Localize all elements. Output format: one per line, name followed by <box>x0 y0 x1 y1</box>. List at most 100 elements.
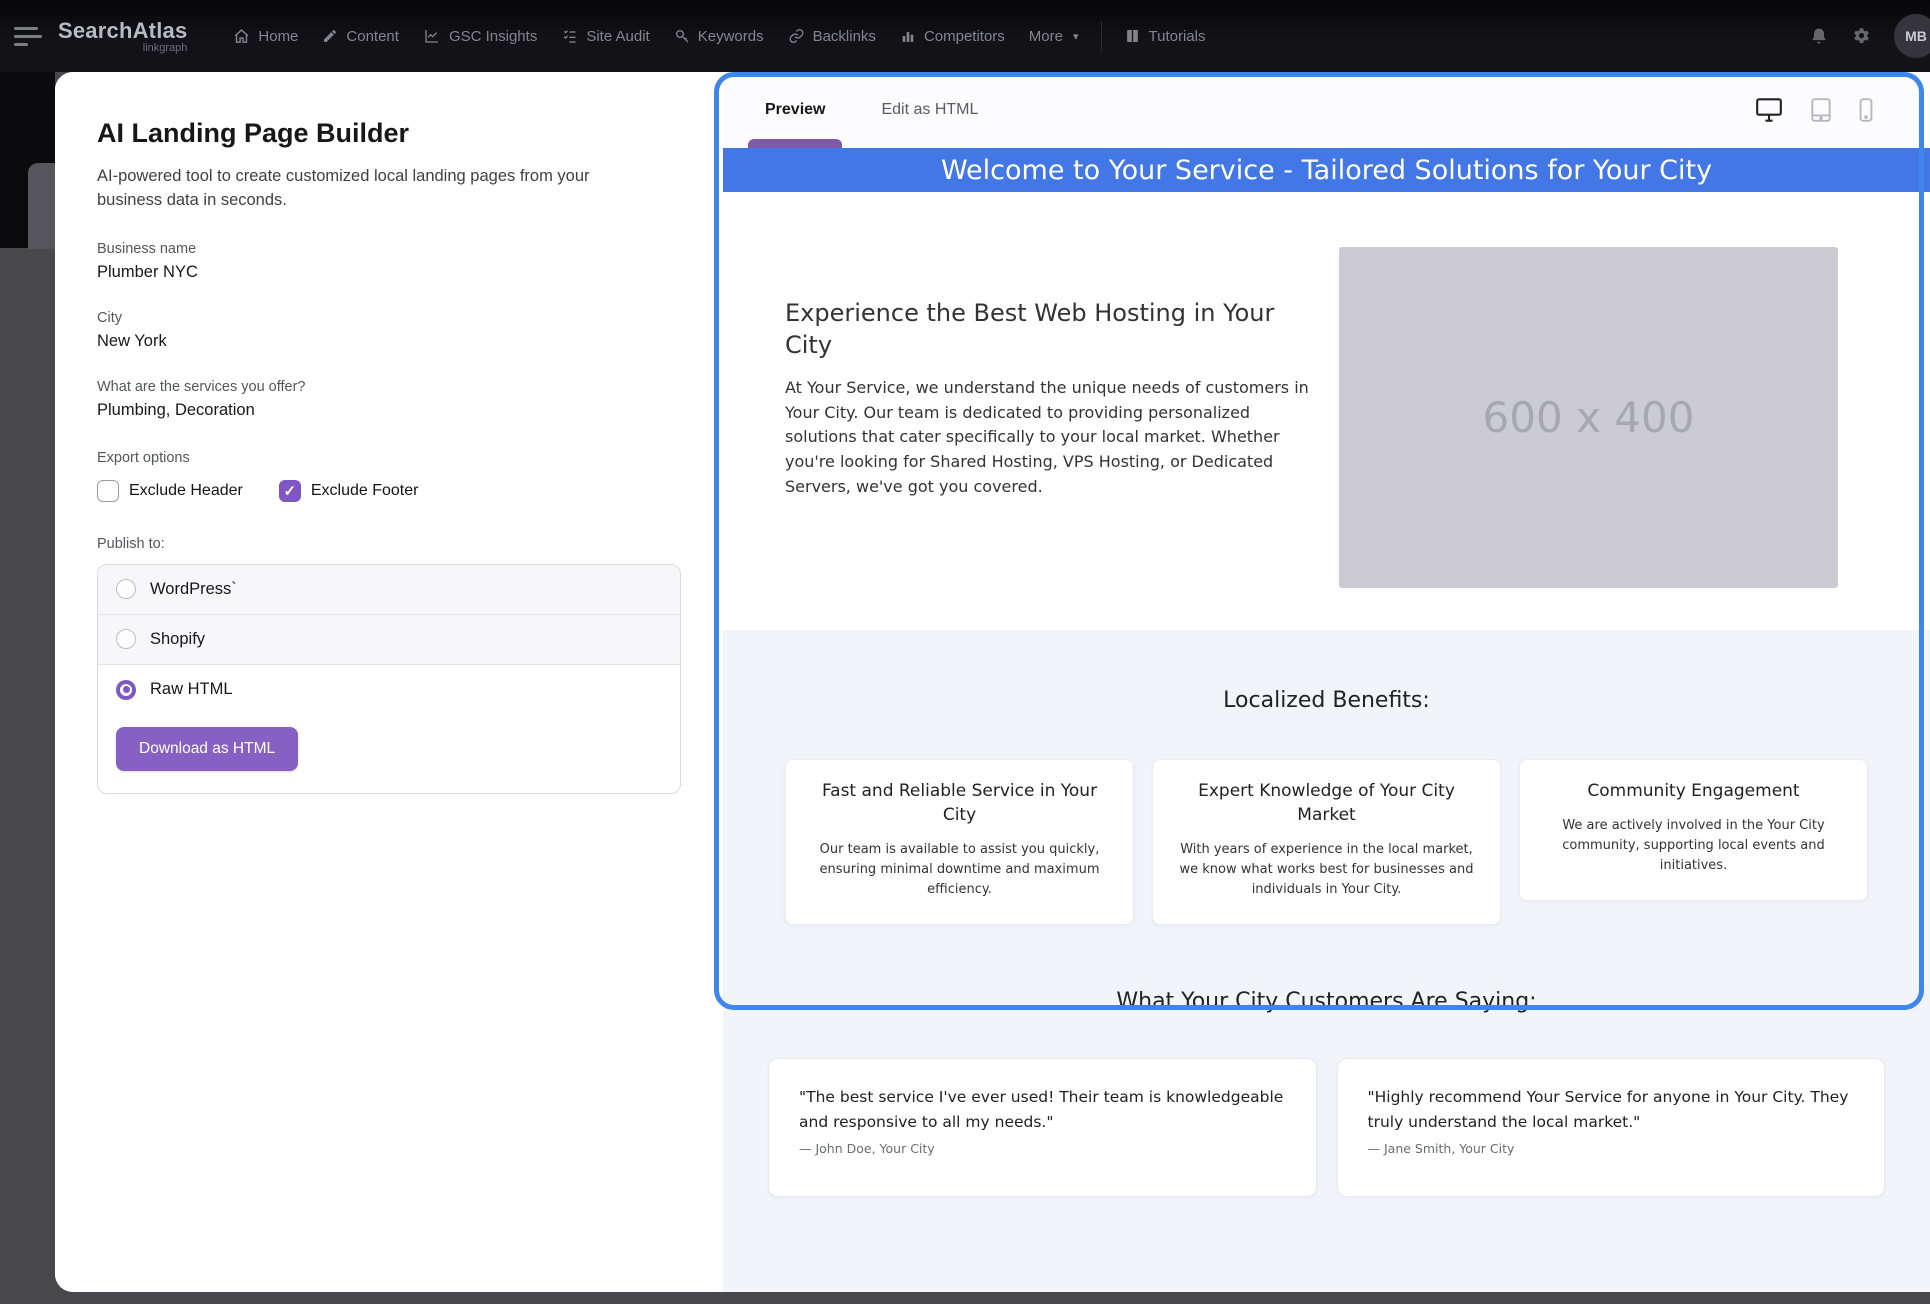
builder-form-panel: AI Landing Page Builder AI-powered tool … <box>55 72 723 1292</box>
nav-item-label: Home <box>258 28 298 45</box>
nav-item-label: Tutorials <box>1149 28 1206 45</box>
business-name-value: Plumber NYC <box>97 263 681 282</box>
exclude-footer-label: Exclude Footer <box>311 482 419 500</box>
nav-item-content[interactable]: Content <box>310 16 411 56</box>
brand-subtitle: linkgraph <box>143 42 188 54</box>
checkbox-checked[interactable]: ✓ <box>279 480 301 502</box>
hero-text-block: Experience the Best Web Hosting in Your … <box>785 247 1325 588</box>
nav-item-more[interactable]: More ▾ <box>1017 16 1091 56</box>
exclude-header-checkbox[interactable]: Exclude Header <box>97 480 243 502</box>
nav-item-competitors[interactable]: Competitors <box>888 16 1017 56</box>
publish-option-raw-html[interactable]: Raw HTML <box>98 665 680 715</box>
key-icon <box>674 28 690 44</box>
nav-right: MB <box>1809 0 1930 72</box>
nav-divider <box>1101 21 1102 51</box>
link-icon <box>788 28 805 44</box>
city-field: City New York <box>97 310 681 351</box>
pencil-icon <box>322 28 338 44</box>
bar-chart-icon <box>900 28 916 44</box>
radio-selected[interactable] <box>116 680 136 700</box>
backdrop-page-edge <box>28 163 55 249</box>
book-icon <box>1124 28 1141 44</box>
publish-option-shopify[interactable]: Shopify <box>98 615 680 665</box>
tab-preview[interactable]: Preview <box>765 72 825 148</box>
preview-tabs-row: Preview Edit as HTML <box>723 72 1930 148</box>
tab-edit-as-html[interactable]: Edit as HTML <box>881 72 978 148</box>
desktop-device-icon[interactable] <box>1754 97 1784 123</box>
publish-option-wordpress[interactable]: WordPress` <box>98 565 680 615</box>
benefit-card-body: We are actively involved in the Your Cit… <box>1542 816 1845 876</box>
testimonials-section: What Your City Customers Are Saying: "Th… <box>723 989 1930 1237</box>
business-name-field: Business name Plumber NYC <box>97 241 681 282</box>
page-title: AI Landing Page Builder <box>97 118 681 149</box>
hamburger-menu-icon[interactable] <box>14 27 44 46</box>
tablet-device-icon[interactable] <box>1810 97 1832 123</box>
benefit-card: Expert Knowledge of Your City Market Wit… <box>1152 759 1501 925</box>
brand-logo[interactable]: SearchAtlas linkgraph <box>58 18 187 54</box>
user-avatar[interactable]: MB <box>1894 14 1930 58</box>
exclude-header-label: Exclude Header <box>129 482 243 500</box>
checkbox-unchecked[interactable] <box>97 480 119 502</box>
nav-items: Home Content GSC Insights Site Audit Key… <box>221 16 1217 56</box>
exclude-footer-checkbox[interactable]: ✓ Exclude Footer <box>279 480 419 502</box>
nav-item-label: More <box>1029 28 1063 45</box>
nav-item-site-audit[interactable]: Site Audit <box>549 16 661 56</box>
testimonial-quote: "The best service I've ever used! Their … <box>799 1085 1286 1135</box>
tab-label: Preview <box>765 101 825 119</box>
device-toggle-group <box>1754 72 1874 148</box>
benefit-card: Community Engagement We are actively inv… <box>1519 759 1868 901</box>
landing-page-preview: Welcome to Your Service - Tailored Solut… <box>723 148 1930 1237</box>
benefits-cards-row: Fast and Reliable Service in Your City O… <box>723 759 1930 925</box>
hero-heading: Experience the Best Web Hosting in Your … <box>785 297 1325 362</box>
radio-unselected[interactable] <box>116 629 136 649</box>
nav-item-label: Site Audit <box>586 28 649 45</box>
services-value: Plumbing, Decoration <box>97 401 681 420</box>
nav-item-gsc-insights[interactable]: GSC Insights <box>411 16 549 56</box>
download-as-html-button[interactable]: Download as HTML <box>116 727 298 771</box>
nav-item-label: Competitors <box>924 28 1005 45</box>
benefits-section: Localized Benefits: Fast and Reliable Se… <box>723 630 1930 925</box>
wordpress-label: WordPress` <box>150 580 237 599</box>
testimonials-row: "The best service I've ever used! Their … <box>723 1058 1930 1197</box>
publish-to-label: Publish to: <box>97 536 681 552</box>
export-options-label: Export options <box>97 450 681 466</box>
tab-label: Edit as HTML <box>881 101 978 119</box>
active-tab-indicator <box>748 139 842 148</box>
caret-down-icon: ▾ <box>1073 30 1079 43</box>
testimonial-card: "The best service I've ever used! Their … <box>768 1058 1317 1197</box>
publish-options-group: WordPress` Shopify Raw HTML Download as … <box>97 564 681 794</box>
preview-panel: Preview Edit as HTML Welcome to Your Ser… <box>723 72 1930 1292</box>
checklist-icon <box>561 28 578 44</box>
mobile-device-icon[interactable] <box>1858 97 1874 123</box>
nav-item-label: Backlinks <box>813 28 876 45</box>
testimonial-card: "Highly recommend Your Service for anyon… <box>1337 1058 1886 1197</box>
home-icon <box>233 28 250 45</box>
nav-item-keywords[interactable]: Keywords <box>662 16 776 56</box>
benefit-card: Fast and Reliable Service in Your City O… <box>785 759 1134 925</box>
nav-item-backlinks[interactable]: Backlinks <box>776 16 888 56</box>
benefit-card-title: Expert Knowledge of Your City Market <box>1175 780 1478 828</box>
landing-banner-heading: Welcome to Your Service - Tailored Solut… <box>723 148 1930 192</box>
hero-section: Experience the Best Web Hosting in Your … <box>723 192 1930 630</box>
chart-line-icon <box>423 28 441 44</box>
testimonial-quote: "Highly recommend Your Service for anyon… <box>1368 1085 1855 1135</box>
nav-item-label: Content <box>346 28 399 45</box>
brand-name: SearchAtlas <box>58 18 187 44</box>
benefit-card-title: Community Engagement <box>1542 780 1845 804</box>
raw-html-label: Raw HTML <box>150 680 233 699</box>
nav-item-label: GSC Insights <box>449 28 537 45</box>
shopify-label: Shopify <box>150 630 205 649</box>
page-description: AI-powered tool to create customized loc… <box>97 165 657 213</box>
benefit-card-title: Fast and Reliable Service in Your City <box>808 780 1111 828</box>
hero-image-placeholder: 600 x 400 <box>1339 247 1838 588</box>
settings-gear-icon[interactable] <box>1851 26 1872 47</box>
radio-unselected[interactable] <box>116 579 136 599</box>
nav-item-home[interactable]: Home <box>221 16 310 56</box>
nav-item-tutorials[interactable]: Tutorials <box>1112 16 1218 56</box>
top-nav: SearchAtlas linkgraph Home Content GSC I… <box>0 0 1930 72</box>
services-field: What are the services you offer? Plumbin… <box>97 379 681 420</box>
testimonial-attribution: — John Doe, Your City <box>799 1141 1286 1156</box>
notifications-bell-icon[interactable] <box>1809 26 1829 46</box>
export-options-row: Exclude Header ✓ Exclude Footer <box>97 480 681 502</box>
testimonial-attribution: — Jane Smith, Your City <box>1368 1141 1855 1156</box>
